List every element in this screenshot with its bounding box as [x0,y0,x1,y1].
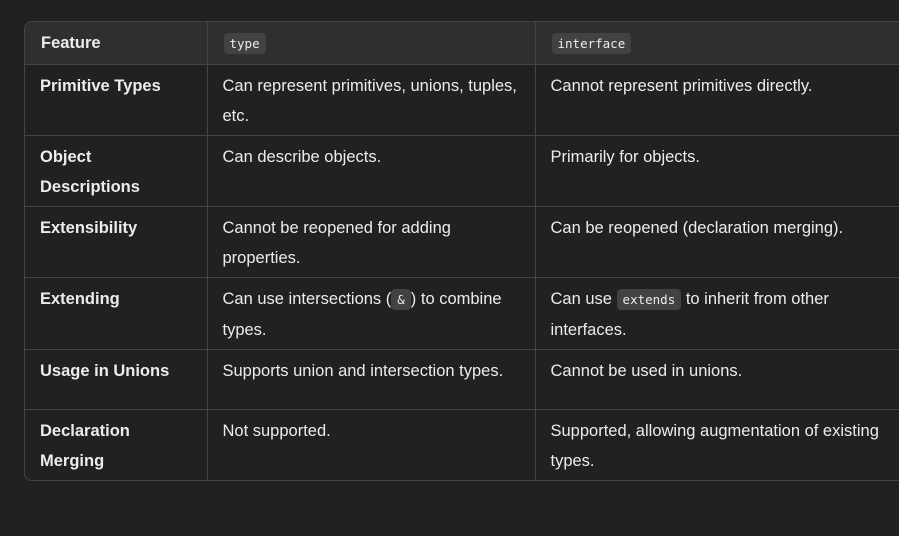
table-row: Usage in Unions Supports union and inter… [25,349,899,410]
header-feature: Feature [25,22,208,65]
type-cell: Can use intersections (&) to combine typ… [207,277,536,350]
interface-cell: Can use extends to inherit from other in… [535,277,899,350]
interface-cell: Primarily for objects. [535,135,899,207]
type-vs-interface-table: Feature type interface Primitive Types C… [25,22,899,480]
feature-cell: Extending [25,277,208,350]
interface-cell: Cannot be used in unions. [535,349,899,410]
feature-cell: Usage in Unions [25,349,208,410]
chat-response-area: Feature type interface Primitive Types C… [0,0,899,536]
interface-cell: Supported, allowing augmentation of exis… [550,422,879,470]
type-cell: Can represent primitives, unions, tuples… [207,64,536,136]
type-cell: Not supported. [207,409,536,480]
type-cell: Supports union and intersection types. [207,349,536,410]
feature-cell: Extensibility [25,206,208,278]
header-interface: interface [535,22,899,65]
table-header-row: Feature type interface [25,22,899,65]
header-type: type [207,22,536,65]
table-row: Extensibility Cannot be reopened for add… [25,206,899,278]
inline-code-interface: interface [551,32,632,54]
type-text-before: Can use intersections ( [222,290,392,308]
inline-code-extends: extends [616,289,682,310]
feature-cell: Object Descriptions [25,135,208,207]
table-row: Object Descriptions Can describe objects… [25,135,899,207]
inline-code-ampersand: & [391,289,411,310]
feature-cell: Primitive Types [25,64,208,136]
table-row: Declaration Merging Not supported. Suppo… [25,409,899,480]
table-row: Extending Can use intersections (&) to c… [25,277,899,350]
interface-text-before: Can use [550,290,617,308]
type-cell: Can describe objects. [207,135,536,207]
interface-cell: Can be reopened (declaration merging). [535,206,899,278]
interface-cell: Cannot represent primitives directly. [535,64,899,136]
inline-code-type: type [223,32,266,54]
type-cell: Cannot be reopened for adding properties… [207,206,536,278]
table-row: Primitive Types Can represent primitives… [25,64,899,136]
feature-cell: Declaration Merging [25,409,208,480]
comparison-table: Feature type interface Primitive Types C… [24,21,899,481]
